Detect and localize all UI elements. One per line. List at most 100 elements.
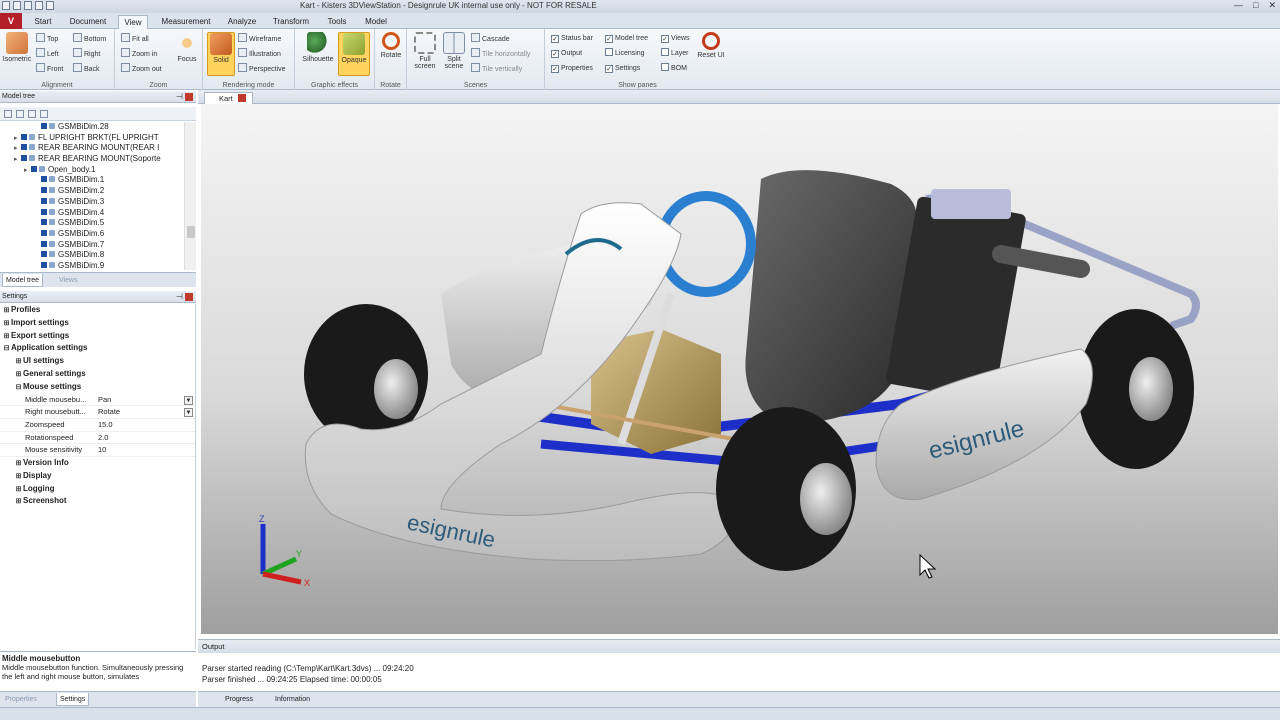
cascade-button[interactable]: Cascade [471,33,510,45]
view-bottom-button[interactable]: Bottom [73,33,106,45]
qat-open-icon[interactable] [2,1,10,10]
pin-icon[interactable]: ⊣ [176,291,183,303]
visibility-checkbox[interactable] [21,155,27,162]
tab-analyze[interactable]: Analyze [222,15,262,29]
settings-section[interactable]: ⊟ Application settings [0,342,195,355]
tree-row[interactable]: ▸ Open_body.1 [0,165,184,176]
tab-document[interactable]: Document [64,15,112,29]
pin-icon[interactable]: ⊣ [176,91,183,103]
expand-all-icon[interactable] [4,110,12,118]
visibility-checkbox[interactable] [31,165,37,172]
visibility-checkbox[interactable] [41,251,47,258]
properties-checkbox[interactable]: ✓ Properties [551,63,593,75]
property-value[interactable]: Pan [98,394,194,407]
tab-tools[interactable]: Tools [322,15,352,29]
rotate-button[interactable]: Rotate [377,32,405,76]
settings-section[interactable]: ⊞ Version Info [0,457,195,470]
property-row[interactable]: Rotationspeed 2.0 [0,432,195,445]
tree-row[interactable]: GSMBiDim.1 [0,175,184,186]
tree-row[interactable]: ▸ REAR BEARING MOUNT(REAR I [0,143,184,154]
property-row[interactable]: Right mousebutt... Rotate ▼ [0,406,195,419]
expand-icon[interactable]: ⊞ [14,496,23,509]
visibility-checkbox[interactable] [21,133,27,140]
split-scene-button[interactable]: Split scene [440,32,468,76]
bom-checkbox[interactable]: BOM [661,63,687,75]
property-row[interactable]: Zoomspeed 15.0 [0,419,195,432]
tree-row[interactable]: GSMBiDim.8 [0,250,184,261]
view-front-button[interactable]: Front [36,63,63,75]
dropdown-arrow-icon[interactable]: ▼ [184,408,193,418]
focus-button[interactable]: Focus [173,32,201,76]
wireframe-button[interactable]: Wireframe [238,33,281,45]
tab-settings[interactable]: Settings [56,693,90,706]
visibility-checkbox[interactable] [41,219,47,226]
tree-row[interactable]: GSMBiDim.3 [0,197,184,208]
qat-undo-icon[interactable] [24,1,32,10]
qat-search-icon[interactable] [35,1,43,10]
isometric-button[interactable]: Isometric [2,32,32,76]
tile-horizontally-button[interactable]: Tile horizontally [471,48,530,60]
settings-section[interactable]: ⊞ General settings [0,368,195,381]
tile-vertically-button[interactable]: Tile vertically [471,63,522,75]
zoom-in-button[interactable]: Zoom in [121,48,157,60]
illustration-button[interactable]: Illustration [238,48,281,60]
tab-model[interactable]: Model [360,15,392,29]
visibility-checkbox[interactable] [41,197,47,204]
collapse-all-icon[interactable] [16,110,24,118]
property-value[interactable]: 10 [98,444,194,457]
settings-section[interactable]: ⊞ UI settings [0,355,195,368]
view-left-button[interactable]: Left [36,48,59,60]
tree-row[interactable]: GSMBiDim.28 [0,122,184,133]
status-bar-checkbox[interactable]: ✓ Status bar [551,33,593,45]
property-value[interactable]: 2.0 [98,432,194,445]
settings-section[interactable]: ⊞ Profiles [0,304,195,317]
full-screen-button[interactable]: Full screen [411,32,439,76]
tree-plus-icon[interactable] [40,110,48,118]
view-back-button[interactable]: Back [73,63,100,75]
tree-row[interactable]: GSMBiDim.4 [0,208,184,219]
tree-row[interactable]: GSMBiDim.9 [0,261,184,270]
tab-progress[interactable]: Progress [222,693,256,706]
application-menu-button[interactable]: V [0,13,22,29]
visibility-checkbox[interactable] [21,144,27,151]
perspective-button[interactable]: Perspective [238,63,286,75]
silhouette-button[interactable]: Silhouette [301,32,335,76]
model-tree-checkbox[interactable]: ✓ Model tree [605,33,648,45]
property-row[interactable]: Middle mousebu... Pan ▼ [0,394,195,407]
visibility-checkbox[interactable] [41,261,47,268]
tab-measurement[interactable]: Measurement [156,15,216,29]
dropdown-arrow-icon[interactable]: ▼ [184,395,193,405]
close-panel-icon[interactable] [185,93,193,101]
licensing-checkbox[interactable]: Licensing [605,48,645,60]
tree-row[interactable]: GSMBiDim.6 [0,229,184,240]
settings-section[interactable]: ⊟ Mouse settings [0,381,195,394]
tab-start[interactable]: Start [28,15,58,29]
close-document-icon[interactable] [237,94,246,102]
document-tab-kart[interactable]: Kart [204,92,253,104]
tree-row[interactable]: GSMBiDim.7 [0,240,184,251]
visibility-checkbox[interactable] [41,208,47,215]
reset-ui-button[interactable]: Reset UI [697,32,725,76]
fit-all-button[interactable]: Fit all [121,33,149,45]
views-checkbox[interactable]: ✓ Views [661,33,690,45]
settings-checkbox[interactable]: ✓ Settings [605,63,640,75]
tab-view[interactable]: View [118,15,148,29]
property-value[interactable]: Rotate [98,406,194,419]
output-checkbox[interactable]: ✓ Output [551,48,582,60]
qat-print-icon[interactable] [46,1,54,10]
view-right-button[interactable]: Right [73,48,100,60]
3d-viewport[interactable]: esignrule esignrule Z Y X [201,104,1278,634]
tab-properties[interactable]: Properties [2,693,40,706]
tree-minus-icon[interactable] [28,110,36,118]
tree-row[interactable]: ▸ FL UPRIGHT BRKT(FL UPRIGHT [0,133,184,144]
tree-row[interactable]: GSMBiDim.2 [0,186,184,197]
tab-transform[interactable]: Transform [268,15,314,29]
tab-views[interactable]: Views [56,274,81,287]
tree-row[interactable]: GSMBiDim.5 [0,218,184,229]
tree-row[interactable]: ▸ REAR BEARING MOUNT(Soporte [0,154,184,165]
property-row[interactable]: Mouse sensitivity 10 [0,444,195,458]
close-panel-icon[interactable] [185,293,193,301]
settings-section[interactable]: ⊞ Export settings [0,330,195,343]
maximize-button[interactable]: □ [1253,0,1258,11]
layer-checkbox[interactable]: Layer [661,48,689,60]
